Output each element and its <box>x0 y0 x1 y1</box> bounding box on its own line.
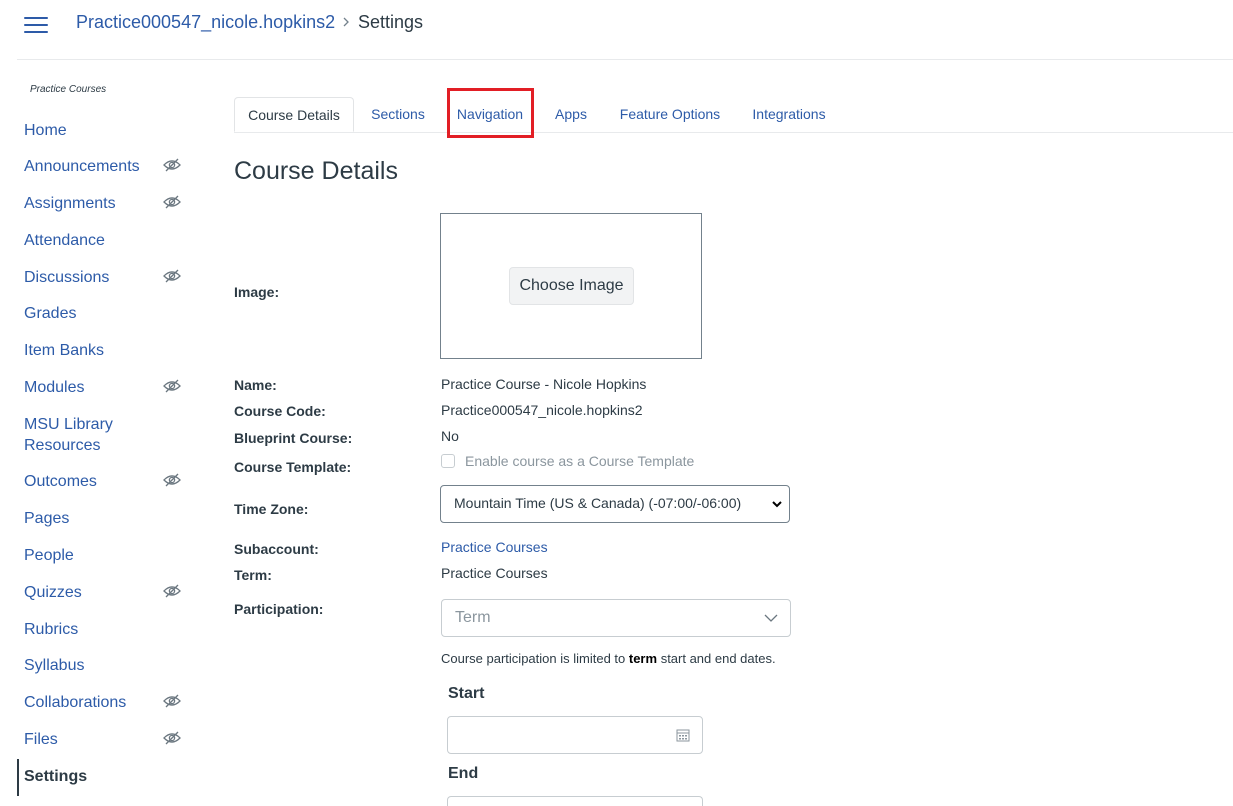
sidebar-item-discussions[interactable]: Discussions <box>24 267 109 288</box>
sidebar-item-assignments[interactable]: Assignments <box>24 193 116 214</box>
sidebar-item-files[interactable]: Files <box>24 729 58 750</box>
tab-sections[interactable]: Sections <box>361 97 435 132</box>
participation-select[interactable]: Term <box>441 599 791 637</box>
course-template-checkbox-label: Enable course as a Course Template <box>465 453 695 469</box>
tab-course-details[interactable]: Course Details <box>234 97 354 132</box>
participation-note: Course participation is limited to term … <box>441 650 776 668</box>
chevron-right-icon <box>343 17 349 27</box>
image-label: Image: <box>234 284 280 300</box>
sidebar-item-announcements[interactable]: Announcements <box>24 156 140 177</box>
menu-bar <box>24 31 48 33</box>
breadcrumb-current: Settings <box>358 12 424 32</box>
choose-image-button[interactable]: Choose Image <box>509 267 634 305</box>
sidebar-active-indicator <box>17 759 19 796</box>
sidebar-item-attendance[interactable]: Attendance <box>24 230 105 251</box>
participation-selected-value: Term <box>455 609 491 626</box>
sidebar-item-msu-library-resources[interactable]: MSU Library Resources <box>24 414 113 456</box>
sidebar-item-quizzes[interactable]: Quizzes <box>24 582 82 603</box>
course-code-label: Course Code: <box>234 403 326 419</box>
sidebar-item-pages[interactable]: Pages <box>24 508 69 529</box>
caret-down-icon <box>772 501 782 508</box>
subaccount-link[interactable]: Practice Courses <box>441 538 548 556</box>
sidebar-item-outcomes[interactable]: Outcomes <box>24 471 97 492</box>
sidebar-item-grades[interactable]: Grades <box>24 303 76 324</box>
eye-slash-icon <box>163 731 181 745</box>
blueprint-label: Blueprint Course: <box>234 430 353 446</box>
participation-note-text: Course participation is limited to <box>441 651 626 666</box>
course-template-checkbox[interactable] <box>441 454 455 468</box>
term-value: Practice Courses <box>441 565 548 581</box>
sidebar-item-label-line2: Resources <box>24 437 101 454</box>
participation-note-term: term <box>628 651 658 666</box>
sidebar-item-label: MSU Library <box>24 416 113 433</box>
tab-feature-options[interactable]: Feature Options <box>611 97 729 132</box>
start-date-input[interactable] <box>447 716 703 754</box>
chevron-down-icon <box>764 614 778 622</box>
tab-apps[interactable]: Apps <box>547 97 595 132</box>
tab-navigation[interactable]: Navigation <box>449 97 531 132</box>
sidebar-item-item-banks[interactable]: Item Banks <box>24 340 104 361</box>
end-date-input[interactable] <box>447 796 703 806</box>
participation-note-text-end: start and end dates. <box>660 651 776 666</box>
blueprint-value: No <box>441 428 459 444</box>
course-name-value: Practice Course - Nicole Hopkins <box>441 376 647 392</box>
sidebar-course-label: Practice Courses <box>30 84 107 95</box>
breadcrumb-course-link[interactable]: Practice000547_nicole.hopkins2 <box>76 11 335 33</box>
eye-slash-icon <box>163 158 181 172</box>
sidebar-item-modules[interactable]: Modules <box>24 377 84 398</box>
page-title: Course Details <box>234 157 398 185</box>
tab-integrations[interactable]: Integrations <box>744 97 834 132</box>
calendar-icon[interactable] <box>676 728 690 742</box>
time-zone-select[interactable]: Mountain Time (US & Canada) (-07:00/-06:… <box>440 485 790 523</box>
menu-bar <box>24 24 48 26</box>
sidebar-item-collaborations[interactable]: Collaborations <box>24 692 126 713</box>
eye-slash-icon <box>163 269 181 283</box>
sidebar-item-settings[interactable]: Settings <box>24 766 87 787</box>
eye-slash-icon <box>163 694 181 708</box>
eye-slash-icon <box>163 473 181 487</box>
end-date-label: End <box>448 765 479 782</box>
time-zone-label: Time Zone: <box>234 501 309 517</box>
eye-slash-icon <box>163 379 181 393</box>
eye-slash-icon <box>163 584 181 598</box>
tabs-divider <box>234 132 1233 133</box>
sidebar-item-syllabus[interactable]: Syllabus <box>24 655 84 676</box>
sidebar-item-rubrics[interactable]: Rubrics <box>24 619 78 640</box>
time-zone-selected-value: Mountain Time (US & Canada) (-07:00/-06:… <box>454 495 742 511</box>
sidebar-item-people[interactable]: People <box>24 545 74 566</box>
hamburger-menu-button[interactable] <box>24 14 48 36</box>
subaccount-label: Subaccount: <box>234 541 319 557</box>
term-label: Term: <box>234 567 272 583</box>
eye-slash-icon <box>163 195 181 209</box>
course-template-label: Course Template: <box>234 459 352 475</box>
menu-bar <box>24 17 48 19</box>
name-label: Name: <box>234 377 277 393</box>
header-divider <box>17 59 1233 60</box>
participation-label: Participation: <box>234 601 324 617</box>
start-date-label: Start <box>448 685 485 702</box>
sidebar-item-home[interactable]: Home <box>24 120 67 141</box>
course-code-value: Practice000547_nicole.hopkins2 <box>441 402 643 418</box>
